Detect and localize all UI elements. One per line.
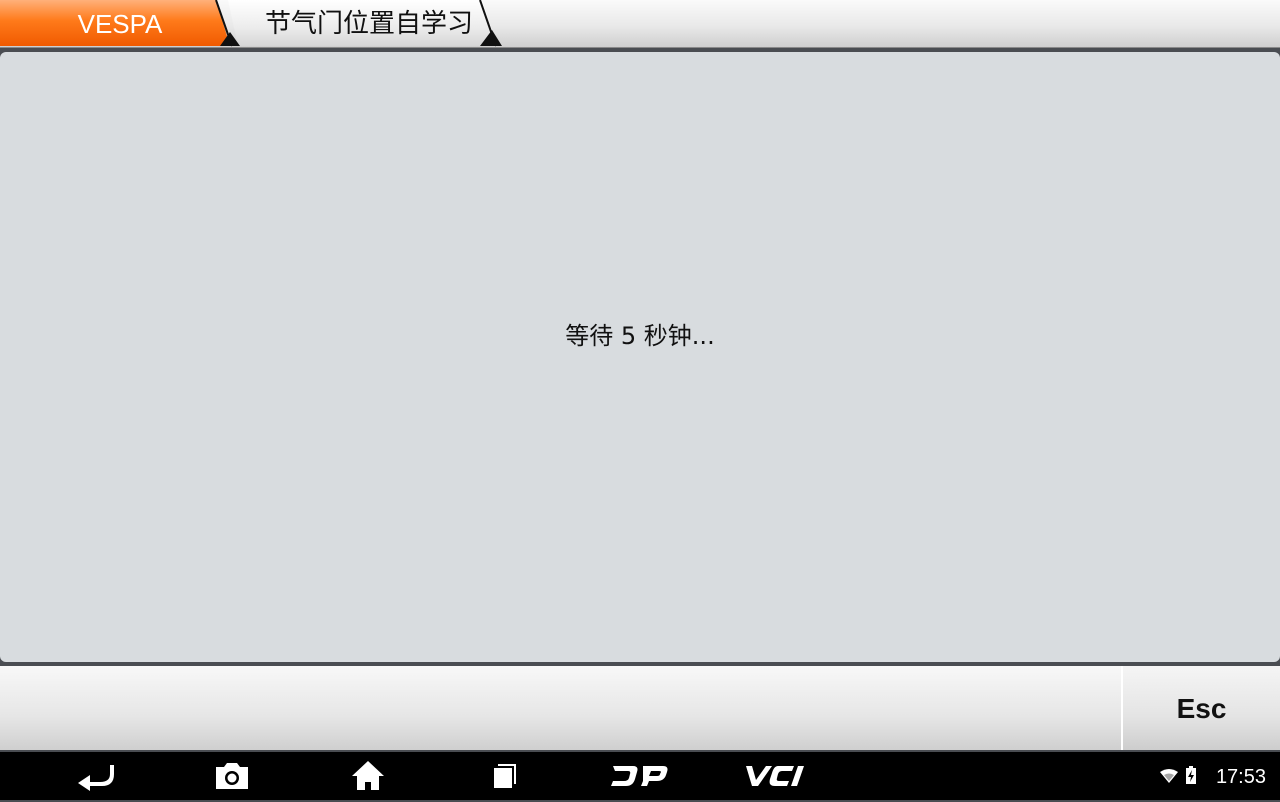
main-panel: 等待 5 秒钟... — [0, 52, 1280, 662]
camera-icon — [216, 763, 248, 789]
status-clock: 17:53 — [1215, 766, 1266, 788]
screenshot-button[interactable] — [197, 752, 267, 800]
status-area: 17:53 — [1146, 752, 1266, 800]
dp-button[interactable] — [605, 752, 675, 800]
status-message: 等待 5 秒钟... — [565, 322, 715, 350]
home-icon — [352, 761, 384, 790]
recent-apps-button[interactable] — [469, 752, 539, 800]
system-nav-bar: 17:53 — [0, 752, 1280, 800]
breadcrumb-item-throttle-learning: 节气门位置自学习 — [264, 9, 473, 39]
wifi-icon — [1160, 769, 1178, 783]
battery-charging-icon — [1186, 766, 1196, 784]
home-button[interactable] — [333, 752, 403, 800]
vci-button[interactable] — [742, 752, 812, 800]
back-button[interactable] — [62, 752, 132, 800]
back-icon — [78, 765, 114, 791]
top-bar: VESPA 节气门位置自学习 — [0, 0, 1280, 48]
vci-icon — [746, 766, 804, 786]
action-bar: Esc — [0, 666, 1280, 750]
esc-button[interactable]: Esc — [1121, 666, 1280, 750]
dp-icon — [611, 766, 668, 786]
recent-apps-icon — [494, 764, 516, 788]
breadcrumb-item-vespa[interactable]: VESPA — [0, 0, 240, 46]
